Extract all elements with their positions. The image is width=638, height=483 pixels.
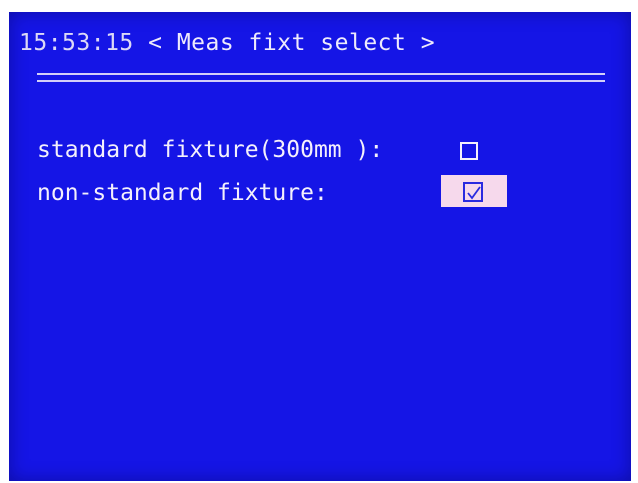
checkmark-icon (467, 186, 481, 200)
header-bar: 15:53:15 < Meas fixt select > (19, 30, 435, 56)
device-bezel: 15:53:15 < Meas fixt select > standard f… (0, 0, 638, 483)
header-divider (37, 73, 605, 82)
standard-fixture-checkbox[interactable] (460, 142, 478, 160)
lcd-screen: 15:53:15 < Meas fixt select > standard f… (9, 12, 631, 481)
clock-time: 15:53:15 (19, 30, 134, 56)
option-non-standard-fixture-label: non-standard fixture: (37, 180, 328, 206)
option-standard-fixture-label: standard fixture(300mm ): (37, 137, 384, 163)
option-non-standard-fixture[interactable]: non-standard fixture: (37, 180, 328, 206)
page-title: < Meas fixt select > (133, 30, 436, 56)
non-standard-fixture-checkbox[interactable] (463, 182, 483, 202)
selection-highlight[interactable] (441, 175, 507, 207)
option-standard-fixture[interactable]: standard fixture(300mm ): (37, 137, 383, 163)
